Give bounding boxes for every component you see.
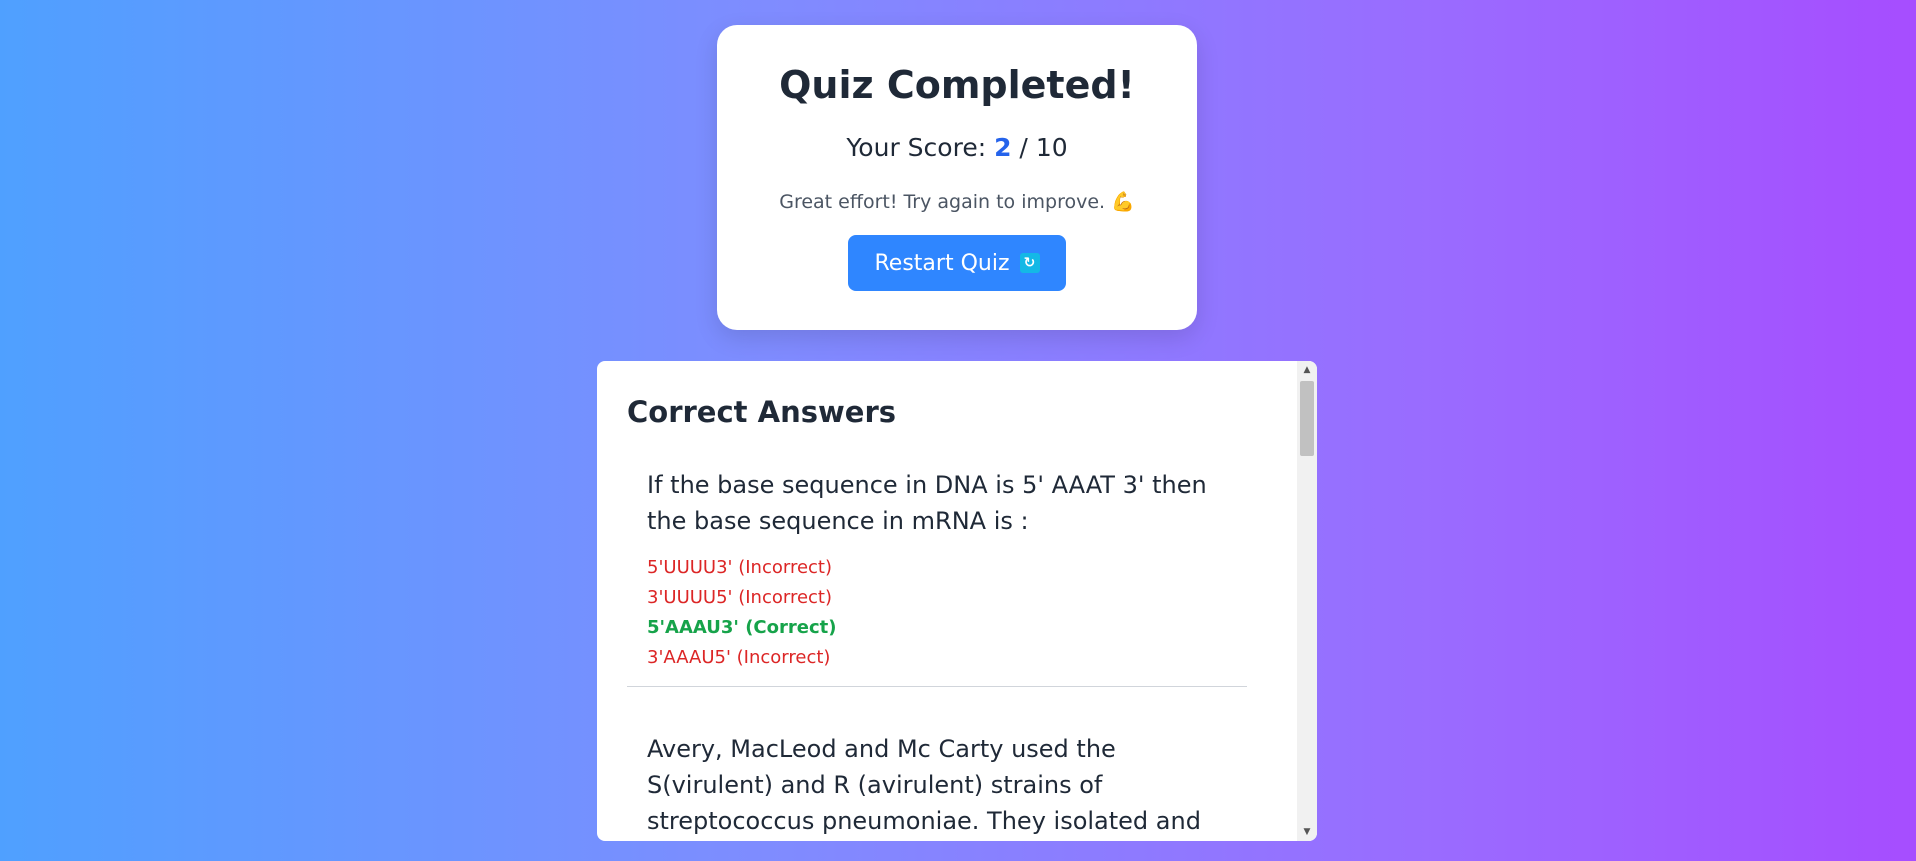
answer-option-correct: 5'AAAU3' (Correct)	[647, 617, 837, 638]
answers-title: Correct Answers	[627, 395, 897, 429]
question-divider	[627, 686, 1247, 687]
question-block: Avery, MacLeod and Mc Carty used the S(v…	[627, 731, 1247, 841]
answer-option-incorrect: 3'UUUU5' (Incorrect)	[647, 587, 833, 608]
restart-quiz-button[interactable]: Restart Quiz ↻	[848, 235, 1066, 291]
score-label: Your Score:	[846, 133, 995, 162]
scrollbar-thumb[interactable]	[1300, 381, 1314, 456]
scroll-up-arrow-icon[interactable]: ▲	[1297, 361, 1317, 379]
result-card: Quiz Completed! Your Score: 2 / 10 Great…	[717, 25, 1197, 330]
encouragement-message: Great effort! Try again to improve. 💪	[779, 191, 1135, 213]
result-title: Quiz Completed!	[779, 63, 1135, 107]
refresh-icon: ↻	[1019, 253, 1040, 273]
answer-option-incorrect: 3'AAAU5' (Incorrect)	[647, 647, 831, 668]
score-total: 10	[1035, 133, 1068, 162]
question-block: If the base sequence in DNA is 5' AAAT 3…	[627, 467, 1247, 673]
correct-answers-panel[interactable]: Correct Answers If the base sequence in …	[597, 361, 1317, 841]
score-line: Your Score: 2 / 10	[717, 133, 1197, 162]
score-value: 2	[994, 133, 1012, 162]
question-text: Avery, MacLeod and Mc Carty used the S(v…	[647, 735, 1201, 835]
answer-option-incorrect: 5'UUUU3' (Incorrect)	[647, 557, 833, 578]
option-list: 5'UUUU3' (Incorrect) 3'UUUU5' (Incorrect…	[647, 553, 1227, 673]
scroll-down-arrow-icon[interactable]: ▼	[1297, 823, 1317, 841]
vertical-scrollbar[interactable]: ▲ ▼	[1297, 361, 1317, 841]
restart-quiz-label: Restart Quiz	[874, 250, 1010, 276]
answers-scroll-content: Correct Answers If the base sequence in …	[597, 361, 1297, 841]
question-text: If the base sequence in DNA is 5' AAAT 3…	[647, 471, 1207, 535]
score-separator: /	[1011, 133, 1036, 162]
